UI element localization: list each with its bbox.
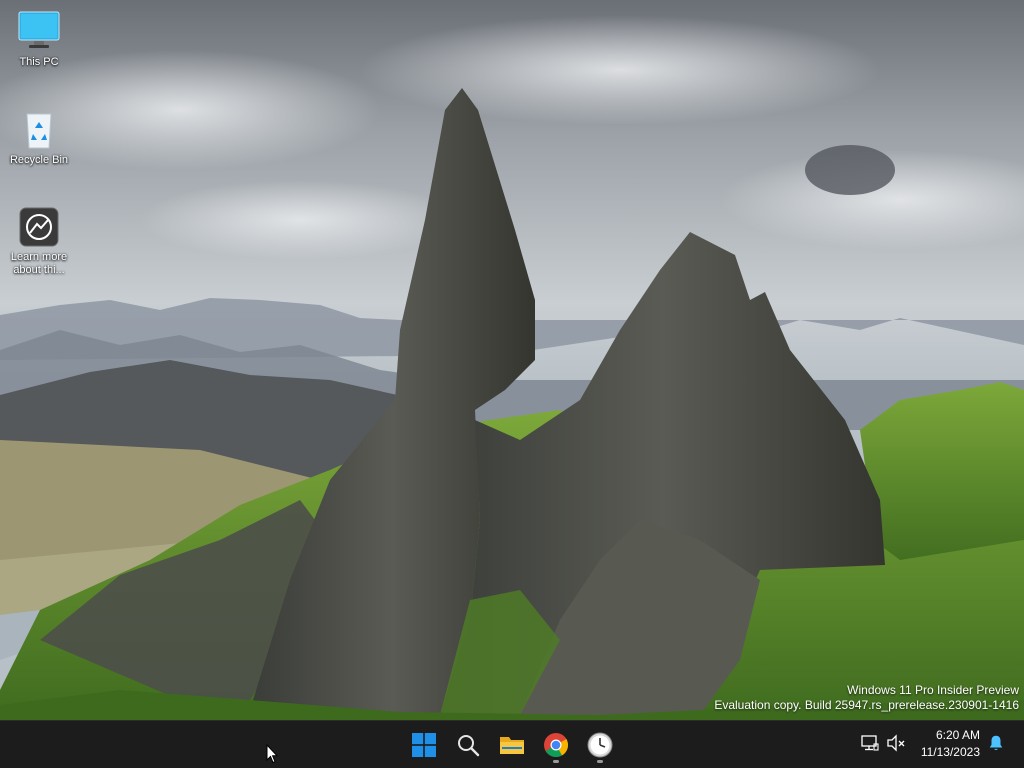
folder-icon: [500, 737, 524, 754]
desktop[interactable]: This PC Recycle Bin Learn more about thi…: [0, 0, 1024, 720]
desktop-icon-label: Learn more about thi...: [10, 251, 68, 276]
taskbar: 6:20 AM 11/13/2023: [0, 720, 1024, 768]
build-watermark: Windows 11 Pro Insider Preview Evaluatio…: [714, 683, 1019, 713]
clock-icon: [587, 732, 613, 758]
clock-app-button[interactable]: [580, 725, 620, 765]
start-button[interactable]: [404, 725, 444, 765]
desktop-icon-recycle-bin[interactable]: Recycle Bin: [4, 108, 74, 167]
clock-time: 6:20 AM: [935, 728, 980, 742]
clock-date: 11/13/2023: [920, 745, 980, 759]
monitor-icon: [18, 11, 60, 48]
watermark-line-1: Windows 11 Pro Insider Preview: [847, 683, 1019, 697]
chrome-icon: [544, 733, 569, 758]
recycle-bin-icon: [26, 113, 52, 149]
desktop-icon-label: Recycle Bin: [9, 154, 69, 166]
mouse-cursor-icon: [266, 744, 278, 764]
windows-logo-icon: [412, 733, 436, 757]
running-indicator: [553, 760, 559, 763]
running-indicator: [597, 760, 603, 763]
notification-center-button[interactable]: [987, 734, 1005, 756]
volume-status[interactable]: [886, 733, 906, 757]
search-button[interactable]: [448, 725, 488, 765]
bell-icon: [989, 735, 1003, 751]
file-explorer-button[interactable]: [492, 725, 532, 765]
learn-more-icon: [19, 207, 59, 247]
volume-muted-icon: [887, 734, 905, 752]
chrome-button[interactable]: [536, 725, 576, 765]
desktop-icon-learn-more[interactable]: Learn more about thi...: [4, 205, 74, 277]
network-icon: [861, 735, 879, 751]
watermark-line-2: Evaluation copy. Build 25947.rs_prerelea…: [714, 698, 1019, 712]
search-icon: [458, 735, 480, 757]
taskbar-clock[interactable]: 6:20 AM 11/13/2023: [910, 727, 980, 761]
network-status[interactable]: [860, 733, 880, 757]
desktop-icon-this-pc[interactable]: This PC: [4, 10, 74, 69]
desktop-icon-label: This PC: [19, 56, 59, 68]
wallpaper: [0, 0, 1024, 720]
